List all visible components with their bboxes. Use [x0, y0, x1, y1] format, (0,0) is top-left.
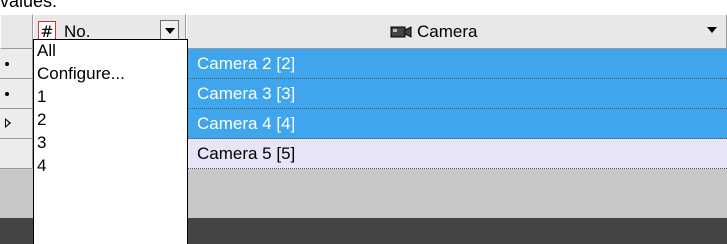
dropdown-item-4[interactable]: 4 [37, 156, 46, 176]
dropdown-item-3[interactable]: 3 [37, 133, 46, 153]
row-camera-cell[interactable]: Camera 2 [2] [186, 49, 727, 79]
row-indicator[interactable] [0, 49, 33, 79]
camera-icon [390, 26, 412, 38]
row-indicator[interactable] [0, 139, 33, 169]
dropdown-item-all[interactable]: All [37, 41, 56, 61]
row-camera-cell[interactable]: Camera 3 [3] [186, 79, 727, 109]
dropdown-item-configure[interactable]: Configure... [37, 64, 125, 84]
row-indicator[interactable] [0, 79, 33, 109]
number-filter-dropdown-list[interactable]: All Configure... 1 2 3 4 [33, 39, 188, 244]
row-dot-icon [5, 92, 9, 96]
row-camera-cell[interactable]: Camera 5 [5] [186, 139, 727, 169]
dropdown-item-2[interactable]: 2 [37, 110, 46, 130]
row-indicator[interactable] [0, 109, 33, 139]
row-dot-icon [5, 62, 9, 66]
camera-filter-dropdown-button[interactable] [703, 20, 722, 41]
current-row-arrow-icon [5, 118, 11, 128]
top-text-label: values: [0, 0, 58, 11]
row-indicator-header [0, 14, 33, 49]
dropdown-item-1[interactable]: 1 [37, 87, 46, 107]
top-text-fragment: values: [0, 0, 727, 14]
column-header-camera[interactable]: Camera [186, 14, 727, 49]
number-filter-dropdown-button[interactable] [160, 20, 179, 41]
column-header-camera-label: Camera [417, 22, 478, 41]
row-camera-cell[interactable]: Camera 4 [4] [186, 109, 727, 139]
